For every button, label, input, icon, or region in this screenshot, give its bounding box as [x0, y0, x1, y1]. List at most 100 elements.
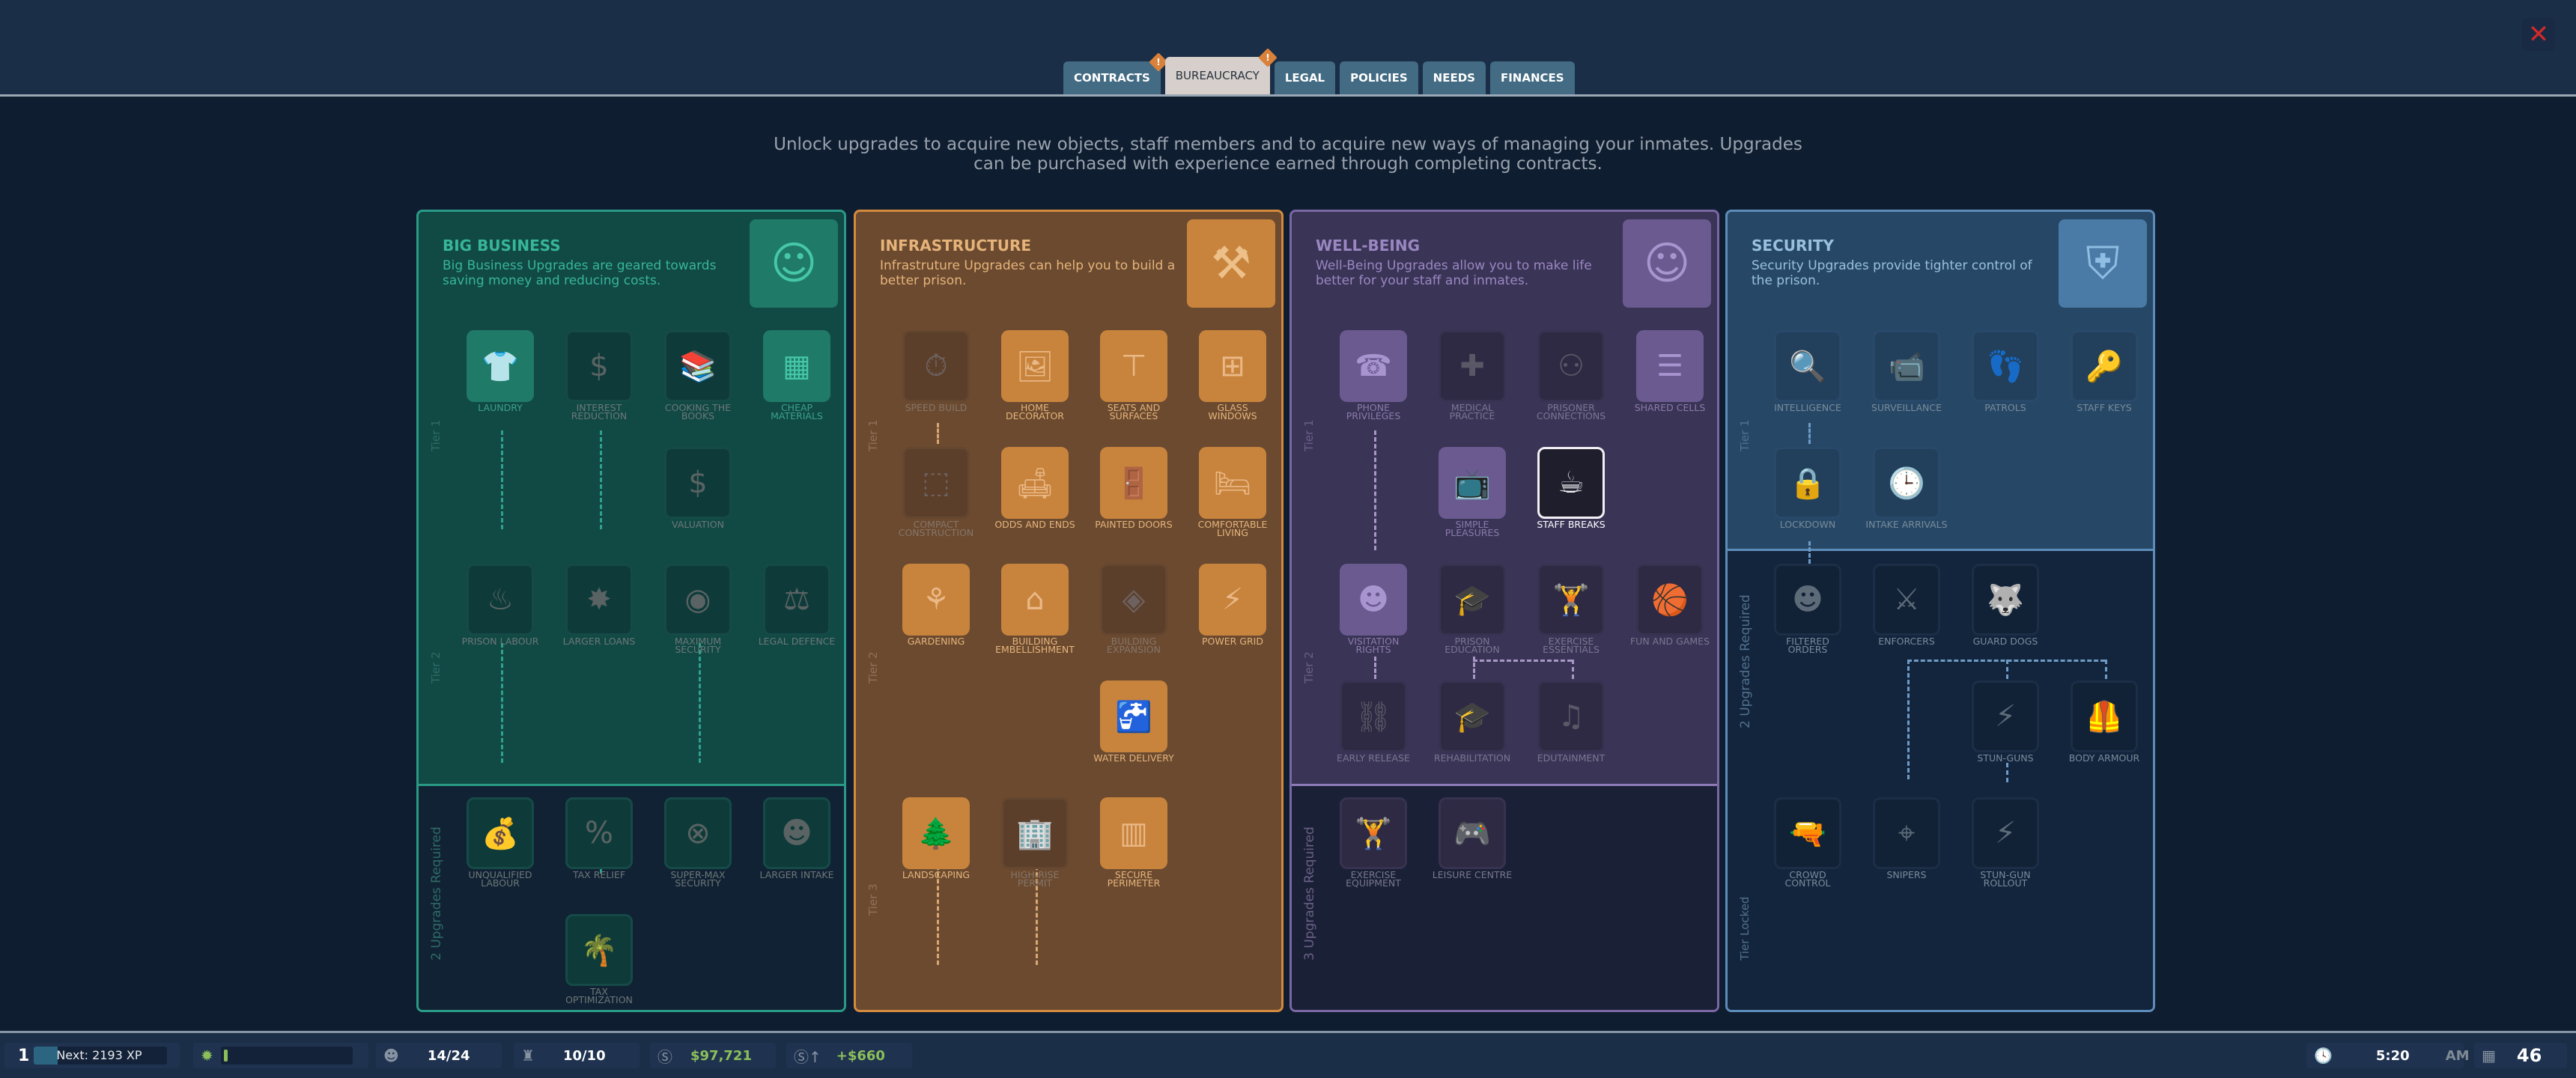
roof-icon: ⌂ — [1001, 564, 1069, 636]
upgrade-power-grid[interactable]: ⚡ POWER GRID — [1197, 564, 1268, 646]
upgrade-label: BUILDING EXPANSION — [1107, 636, 1161, 655]
upgrade-stun-gun-rollout[interactable]: ⚡ STUN-GUN ROLLOUT — [1970, 797, 2041, 888]
threat-panel[interactable]: ✹ — [193, 1043, 368, 1068]
tab-contracts[interactable]: CONTRACTS! — [1063, 52, 1168, 94]
category-title: SECURITY — [1752, 237, 1834, 255]
upgrade-gardening[interactable]: ⚘ GARDENING — [901, 564, 971, 646]
upgrade-prisoner-connections[interactable]: ⚇ PRISONER CONNECTIONS — [1536, 330, 1606, 421]
grad-cap-plus-icon: 🎓 — [1439, 680, 1506, 752]
upgrade-cooking-the-books[interactable]: 📚 COOKING THE BOOKS — [663, 330, 733, 421]
tier-requirement-label: 3 Upgrades Required — [1302, 826, 1317, 960]
upgrade-prison-labour[interactable]: ♨ PRISON LABOUR — [462, 564, 538, 646]
upgrade-early-release[interactable]: ⛓ EARLY RELEASE — [1337, 680, 1410, 763]
threat-meter — [220, 1047, 353, 1065]
upgrade-water-delivery[interactable]: 🚰 WATER DELIVERY — [1093, 680, 1174, 763]
upgrade-interest-reduction[interactable]: $ INTEREST REDUCTION — [564, 330, 634, 421]
upgrade-surveillance[interactable]: 📹 SURVEILLANCE — [1871, 330, 1942, 412]
upgrade-stun-guns[interactable]: ⚡ STUN-GUNS — [1970, 680, 2041, 763]
upgrade-building-expansion[interactable]: ◈ BUILDING EXPANSION — [1099, 564, 1169, 654]
prisoner-icon: ☻ — [383, 1047, 399, 1065]
upgrade-leisure-centre[interactable]: 🎮 LEISURE CENTRE — [1433, 797, 1512, 880]
upgrade-label: VALUATION — [672, 519, 724, 530]
upgrade-glass-windows[interactable]: ⊞ GLASS WINDOWS — [1197, 330, 1268, 421]
upgrade-super-max-security[interactable]: ⊗ SUPER-MAX SECURITY — [663, 797, 733, 888]
upgrade-crowd-control[interactable]: 🔫 CROWD CONTROL — [1772, 797, 1843, 888]
upgrade-lockdown[interactable]: 🔒 LOCKDOWN — [1772, 447, 1843, 529]
upgrade-body-armour[interactable]: 🦺 BODY ARMOUR — [2069, 680, 2139, 763]
upgrade-label: LARGER INTAKE — [759, 869, 834, 880]
upgrade-staff-breaks[interactable]: ☕ STAFF BREAKS — [1536, 447, 1606, 529]
upgrade-unqualified-labour[interactable]: 💰 UNQUALIFIED LABOUR — [465, 797, 535, 888]
upgrade-label: PRISONER CONNECTIONS — [1536, 402, 1606, 421]
upgrade-speed-build[interactable]: ⏱ SPEED BUILD — [901, 330, 971, 412]
xp-panel[interactable]: 1 Next: 2193 XP — [4, 1043, 180, 1068]
upgrade-patrols[interactable]: 👣 PATROLS — [1970, 330, 2041, 412]
upgrade-label: STAFF KEYS — [2077, 402, 2132, 413]
pistol-icon: 🔫 — [1774, 797, 1841, 869]
balance-panel[interactable]: Ⓢ $97,721 — [650, 1043, 776, 1068]
upgrade-high-rise-permit[interactable]: 🏢 HIGH-RISE PERMIT — [1000, 797, 1070, 888]
upgrade-shared-cells[interactable]: ☰ SHARED CELLS — [1635, 330, 1705, 412]
upgrade-fun-and-games[interactable]: 🏀 FUN AND GAMES — [1630, 564, 1710, 646]
tab-bureaucracy[interactable]: BUREAUCRACY! — [1164, 48, 1278, 94]
upgrade-filtered-orders[interactable]: ☻ FILTERED ORDERS — [1772, 564, 1843, 654]
upgrade-odds-and-ends[interactable]: 🛋 ODDS AND ENDS — [994, 447, 1075, 529]
garden-tools-icon: ⚘ — [902, 564, 970, 636]
upgrade-intelligence[interactable]: 🔍 INTELLIGENCE — [1772, 330, 1843, 412]
upgrade-legal-defence[interactable]: ⚖ LEGAL DEFENCE — [759, 564, 835, 646]
upgrade-phone-privileges[interactable]: ☎ PHONE PRIVILEGES — [1338, 330, 1409, 421]
upgrade-visitation-rights[interactable]: ☻ VISITATION RIGHTS — [1338, 564, 1409, 654]
upgrade-enforcers[interactable]: ⚔ ENFORCERS — [1871, 564, 1942, 646]
upgrade-prison-education[interactable]: 🎓 PRISON EDUCATION — [1437, 564, 1507, 654]
upgrade-building-embellishment[interactable]: ⌂ BUILDING EMBELLISHMENT — [995, 564, 1075, 654]
sign-icon: $ — [664, 447, 732, 519]
upgrade-intake-arrivals[interactable]: 🕒 INTAKE ARRIVALS — [1865, 447, 1948, 529]
upgrade-laundry[interactable]: 👕 LAUNDRY — [465, 330, 535, 412]
close-button[interactable]: ✕ — [2522, 18, 2555, 51]
tab-finances[interactable]: FINANCES — [1489, 61, 1575, 94]
upgrade-tax-optimization[interactable]: 🌴 TAX OPTIMIZATION — [564, 914, 634, 1005]
upgrade-secure-perimeter[interactable]: ▥ SECURE PERIMETER — [1099, 797, 1169, 888]
income-panel[interactable]: Ⓢ↑ +$660 — [786, 1043, 912, 1068]
upgrade-rehabilitation[interactable]: 🎓 REHABILITATION — [1434, 680, 1510, 763]
time-panel[interactable]: 🕓 5:20 AM — [2306, 1043, 2470, 1068]
tab-legal[interactable]: LEGAL — [1274, 61, 1336, 94]
staff-panel[interactable]: ♜ 10/10 — [514, 1043, 640, 1068]
tab-policies[interactable]: POLICIES — [1340, 61, 1418, 94]
upgrade-larger-intake[interactable]: ☻ LARGER INTAKE — [759, 797, 834, 880]
upgrade-tax-relief[interactable]: % TAX RELIEF — [564, 797, 634, 880]
category-title: BIG BUSINESS — [443, 237, 561, 255]
upgrade-edutainment[interactable]: ♫ EDUTAINMENT — [1536, 680, 1606, 763]
tape-measure-icon: ⬚ — [902, 447, 970, 519]
upgrade-guard-dogs[interactable]: 🐺 GUARD DOGS — [1970, 564, 2041, 646]
category-description: Infrastruture Upgrades can help you to b… — [880, 258, 1176, 288]
tab-needs[interactable]: NEEDS — [1422, 61, 1486, 94]
tier-label: Tier 2 — [866, 651, 880, 683]
upgrade-maximum-security[interactable]: ◉ MAXIMUM SECURITY — [663, 564, 733, 654]
upgrade-seats-and-surfaces[interactable]: ⊤ SEATS AND SURFACES — [1099, 330, 1169, 421]
upgrade-painted-doors[interactable]: 🚪 PAINTED DOORS — [1095, 447, 1173, 529]
upgrade-compact-construction[interactable]: ⬚ COMPACT CONSTRUCTION — [899, 447, 973, 538]
inmates-panel[interactable]: ☻ 14/24 — [376, 1043, 502, 1068]
upgrade-snipers[interactable]: ⌖ SNIPERS — [1871, 797, 1942, 880]
upgrade-simple-pleasures[interactable]: 📺 SIMPLE PLEASURES — [1437, 447, 1507, 538]
upgrade-cheap-materials[interactable]: ▦ CHEAP MATERIALS — [762, 330, 832, 421]
upgrade-label: INTAKE ARRIVALS — [1865, 519, 1948, 530]
upgrade-valuation[interactable]: $ VALUATION — [663, 447, 733, 529]
upgrade-larger-loans[interactable]: ✸ LARGER LOANS — [563, 564, 635, 646]
clock-cycle-icon: 🕒 — [1873, 447, 1940, 519]
upgrade-exercise-equipment[interactable]: 🏋 EXERCISE EQUIPMENT — [1338, 797, 1409, 888]
upgrade-label: UNQUALIFIED LABOUR — [468, 869, 532, 889]
upgrade-label: STAFF BREAKS — [1537, 519, 1606, 530]
upgrade-exercise-essentials[interactable]: 🏋 EXERCISE ESSENTIALS — [1536, 564, 1606, 654]
dumbbell-icon: 🏋 — [1537, 564, 1605, 636]
businessman-icon: ☺ — [750, 219, 838, 308]
upgrade-staff-keys[interactable]: 🔑 STAFF KEYS — [2069, 330, 2139, 412]
upgrade-label: LANDSCAPING — [902, 869, 970, 880]
upgrade-medical-practice[interactable]: ✚ MEDICAL PRACTICE — [1437, 330, 1507, 421]
day-panel[interactable]: ▦ 46 — [2474, 1043, 2567, 1068]
bricks-icon: ▦ — [763, 330, 830, 402]
upgrade-landscaping[interactable]: 🌲 LANDSCAPING — [901, 797, 971, 880]
upgrade-comfortable-living[interactable]: 🛏 COMFORTABLE LIVING — [1197, 447, 1268, 538]
upgrade-home-decorator[interactable]: 🖼 HOME DECORATOR — [1000, 330, 1070, 421]
